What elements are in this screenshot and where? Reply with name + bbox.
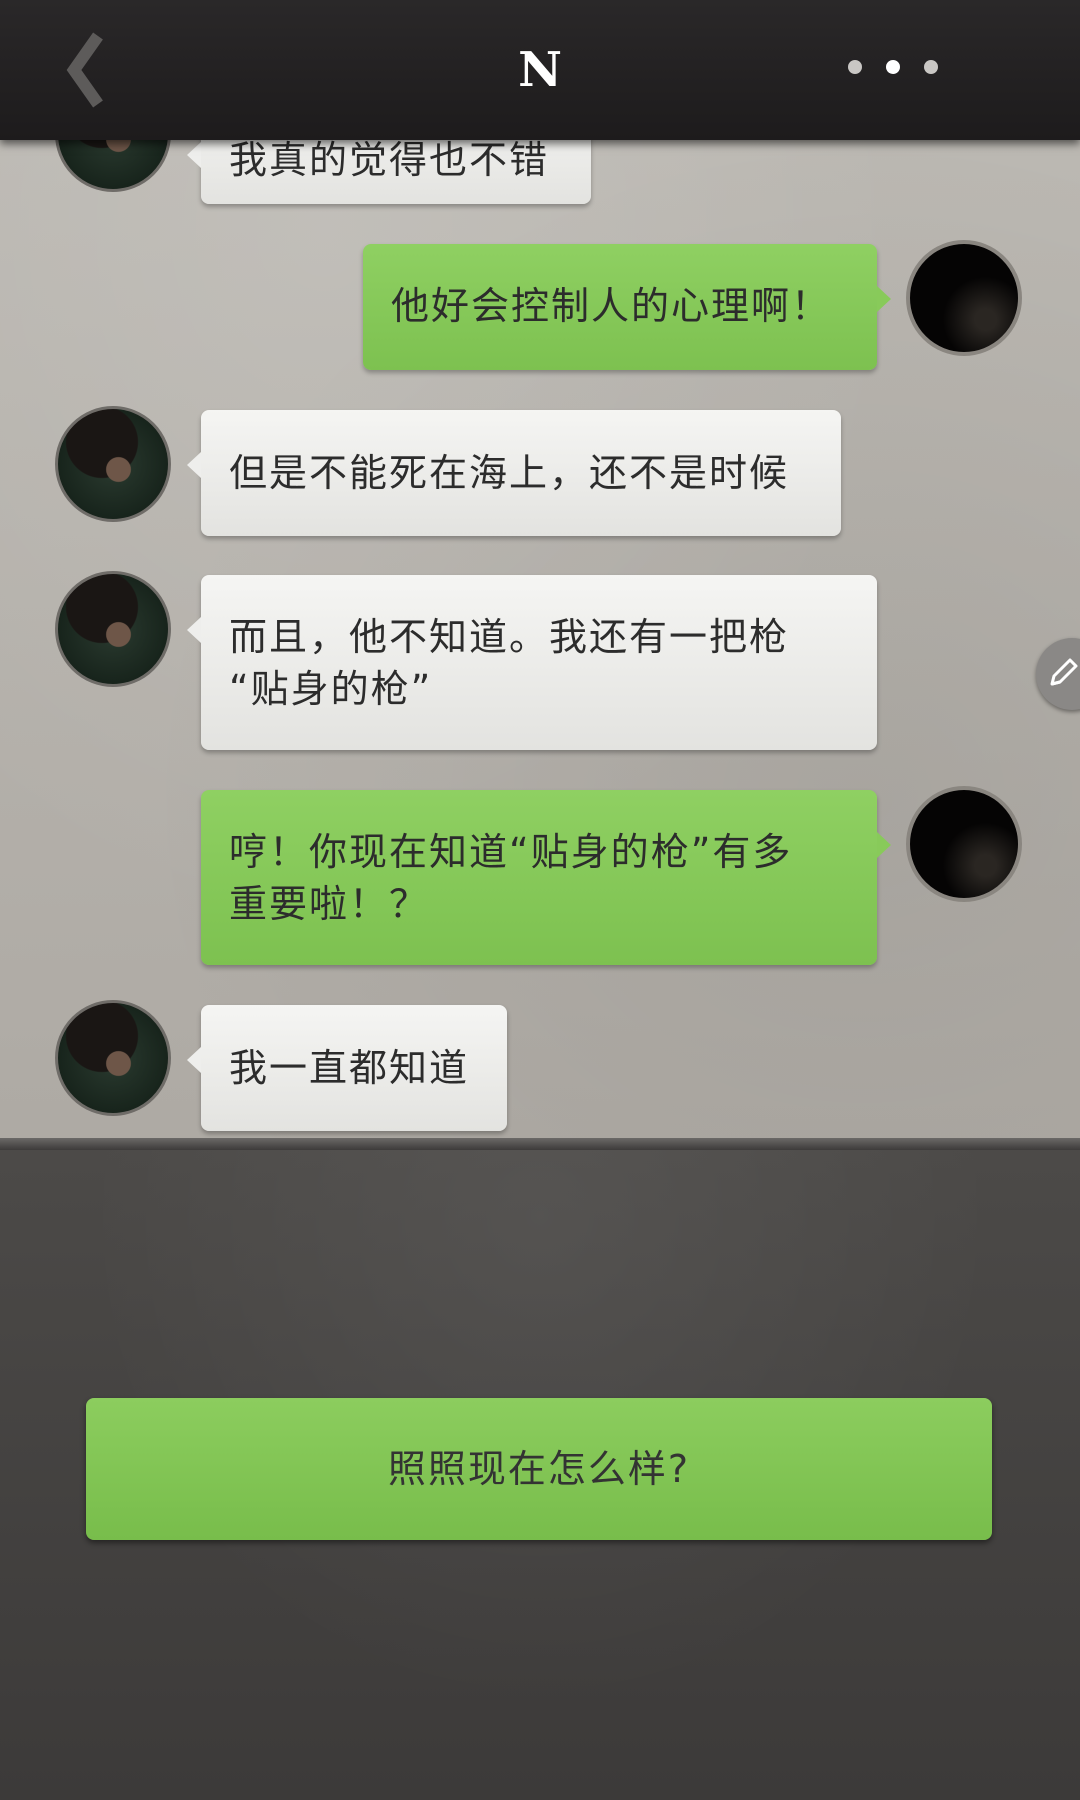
chat-title: N: [518, 42, 562, 98]
contact-avatar[interactable]: [55, 571, 171, 687]
message-text: 但是不能死在海上，还不是时候: [229, 451, 790, 495]
message-text: 他好会控制人的心理啊！: [391, 284, 832, 328]
message-text: 我一直都知道: [229, 1046, 470, 1090]
message-text: 我真的觉得也不错: [229, 138, 550, 182]
message-bubble-outgoing: 哼！你现在知道“贴身的枪”有多 重要啦！？: [201, 790, 891, 965]
back-button[interactable]: [40, 20, 130, 120]
reply-option-button[interactable]: 照照现在怎么样?: [86, 1398, 992, 1540]
message-bubble-outgoing: 他好会控制人的心理啊！: [363, 244, 891, 370]
message-text-line: “贴身的枪”: [229, 667, 433, 711]
more-dots-icon: [924, 60, 938, 74]
edit-button[interactable]: [1036, 638, 1080, 710]
top-bar: N: [0, 0, 1080, 140]
message-text-line: 哼！你现在知道“贴身的枪”有多: [229, 830, 793, 874]
message-text-line: 重要啦！？: [229, 882, 430, 926]
contact-avatar[interactable]: [55, 406, 171, 522]
user-avatar[interactable]: [906, 240, 1022, 356]
chat-divider: [0, 1138, 1080, 1150]
message-text-line: 而且，他不知道。我还有一把枪: [229, 615, 790, 659]
pencil-icon: [1050, 658, 1078, 686]
chevron-left-icon: [66, 32, 103, 108]
user-avatar[interactable]: [906, 786, 1022, 902]
message-bubble-incoming: 我一直都知道: [187, 1005, 507, 1131]
more-dots-icon: [886, 60, 900, 74]
message-bubble-incoming: 但是不能死在海上，还不是时候: [187, 410, 841, 536]
message-bubble-incoming: 而且，他不知道。我还有一把枪 “贴身的枪”: [187, 575, 877, 750]
contact-avatar[interactable]: [55, 1000, 171, 1116]
more-dots-icon: [848, 60, 862, 74]
chat-area: 我真的觉得也不错 他好会控制人的心理啊！ 但是不能死在海上，还不是时候 而且，他…: [0, 0, 1080, 1140]
more-button[interactable]: [840, 46, 950, 86]
